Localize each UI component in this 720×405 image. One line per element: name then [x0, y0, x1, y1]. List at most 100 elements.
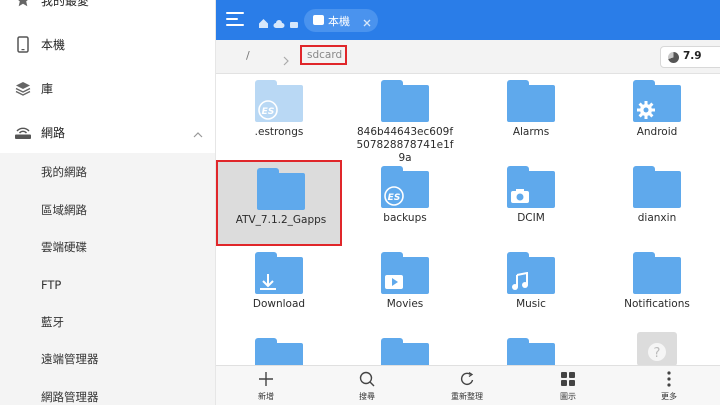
refresh-label: 重新整理 — [451, 392, 483, 401]
search-icon — [358, 370, 376, 388]
folder-icon[interactable] — [381, 338, 429, 365]
pie-chart-icon — [668, 52, 679, 63]
folder-icon — [633, 80, 681, 122]
more-label: 更多 — [661, 392, 677, 401]
music-note-icon — [510, 272, 530, 292]
refresh-icon — [458, 370, 476, 388]
file-item[interactable]: Android — [594, 74, 720, 160]
sidebar-subitem-label: 我的網路 — [41, 164, 87, 179]
camera-icon — [510, 186, 530, 206]
sidebar-item-label: 我的最愛 — [41, 0, 90, 8]
sidebar-item-network-manager[interactable]: 網路管理器 — [0, 378, 215, 405]
sidebar-subitem-label: 區域網路 — [41, 202, 87, 217]
file-item[interactable]: Notifications — [594, 246, 720, 332]
sidebar-item-favorites[interactable]: 我的最愛 — [0, 0, 215, 22]
tablet-icon — [313, 15, 324, 25]
file-item[interactable]: dianxin — [594, 160, 720, 246]
folder-icon — [507, 252, 555, 294]
file-item[interactable]: Movies — [342, 246, 468, 332]
file-name: Movies — [386, 298, 424, 310]
sidebar-item-label: 網路 — [41, 125, 66, 140]
tab-label: 本機 — [328, 15, 350, 28]
chevron-right-icon — [282, 51, 290, 66]
download-icon — [258, 272, 278, 292]
folder-icon — [381, 252, 429, 294]
sidebar-subitem-label: 雲端硬碟 — [41, 239, 87, 254]
sidebar-subitem-label: 網路管理器 — [41, 389, 99, 404]
phone-icon — [14, 35, 32, 53]
folder-icon[interactable] — [507, 338, 555, 365]
star-icon — [14, 0, 32, 9]
folder-icon[interactable] — [255, 338, 303, 365]
breadcrumb-root[interactable]: / — [246, 49, 250, 62]
file-name: Music — [516, 298, 546, 310]
sidebar-item-remote-manager[interactable]: 遠端管理器 — [0, 340, 215, 377]
unknown-file-icon[interactable]: ? — [637, 332, 677, 365]
refresh-button[interactable]: 重新整理 — [437, 366, 497, 405]
svg-text:ES: ES — [388, 193, 401, 203]
network-submenu: 我的網路 區域網路 雲端硬碟 FTP 藍牙 遠端管理器 網路管理器 — [0, 153, 215, 405]
folder-icon: ES — [381, 166, 429, 208]
path-bar: / sdcard 7.9 — [216, 40, 720, 74]
router-icon — [14, 123, 32, 141]
file-item-selected[interactable]: ATV_7.1.2_Gapps — [216, 160, 342, 246]
file-item[interactable]: Download — [216, 246, 342, 332]
file-name: dianxin — [637, 212, 677, 224]
bottom-toolbar: 新增 搜尋 重新整理 圖示 更多 — [216, 365, 720, 405]
file-name: Alarms — [512, 126, 550, 138]
top-bar: 本機 — [216, 0, 720, 40]
chevron-up-icon[interactable] — [192, 126, 204, 138]
menu-icon[interactable] — [226, 11, 244, 27]
close-icon[interactable] — [361, 14, 373, 27]
file-name: Download — [252, 298, 306, 310]
folder-icon — [507, 166, 555, 208]
folder-icon — [633, 252, 681, 294]
folder-icon — [507, 80, 555, 122]
file-item[interactable]: 846b44643ec609f507828878741e1f9a — [342, 74, 468, 164]
sidebar-item-lan[interactable]: 區域網路 — [0, 191, 215, 228]
sidebar-subitem-label: 遠端管理器 — [41, 351, 99, 366]
storage-badge[interactable]: 7.9 — [660, 46, 720, 68]
es-logo-icon: ES — [258, 100, 278, 120]
sidebar-item-bluetooth[interactable]: 藍牙 — [0, 303, 215, 340]
file-name: DCIM — [517, 212, 545, 224]
plus-icon — [257, 370, 275, 388]
file-name: backups — [383, 212, 427, 224]
drive-icon[interactable] — [289, 14, 299, 33]
more-vert-icon — [660, 370, 678, 388]
android-gear-icon — [636, 100, 656, 120]
sidebar-item-library[interactable]: 庫 — [0, 66, 215, 110]
sidebar-item-cloud-drive[interactable]: 雲端硬碟 — [0, 228, 215, 265]
file-item[interactable]: ES .estrongs — [216, 74, 342, 160]
sidebar-item-ftp[interactable]: FTP — [0, 266, 215, 303]
sidebar-item-network[interactable]: 網路 — [0, 110, 215, 154]
sidebar-item-my-network[interactable]: 我的網路 — [0, 153, 215, 190]
file-name: Notifications — [624, 298, 690, 310]
view-mode-label: 圖示 — [560, 392, 576, 401]
breadcrumb-current[interactable]: sdcard — [300, 45, 347, 65]
sidebar-item-local[interactable]: 本機 — [0, 22, 215, 66]
more-button[interactable]: 更多 — [639, 366, 699, 405]
file-item[interactable]: Music — [468, 246, 594, 332]
file-item[interactable]: ES backups — [342, 160, 468, 246]
svg-text:?: ? — [654, 346, 661, 361]
search-label: 搜尋 — [359, 392, 375, 401]
search-button[interactable]: 搜尋 — [337, 366, 397, 405]
cloud-icon[interactable] — [273, 14, 285, 33]
file-item[interactable]: DCIM — [468, 160, 594, 246]
storage-text: 7.9 — [683, 50, 702, 62]
tab-local[interactable]: 本機 — [304, 9, 378, 32]
svg-text:ES: ES — [262, 107, 275, 117]
file-name: Android — [636, 126, 678, 138]
view-mode-button[interactable]: 圖示 — [538, 366, 598, 405]
es-logo-icon: ES — [384, 186, 404, 206]
sidebar: 我的最愛 本機 庫 網路 我的網路 區域網路 雲端硬碟 FTP 藍牙 遠端管理器… — [0, 0, 216, 405]
folder-icon — [257, 168, 305, 210]
sidebar-item-label: 庫 — [41, 81, 54, 96]
new-button[interactable]: 新增 — [236, 366, 296, 405]
new-label: 新增 — [258, 392, 274, 401]
file-grid: ES .estrongs 846b44643ec609f507828878741e1… — [216, 74, 720, 365]
home-icon[interactable] — [258, 14, 269, 33]
file-item[interactable]: Alarms — [468, 74, 594, 160]
file-name: ATV_7.1.2_Gapps — [235, 214, 327, 226]
